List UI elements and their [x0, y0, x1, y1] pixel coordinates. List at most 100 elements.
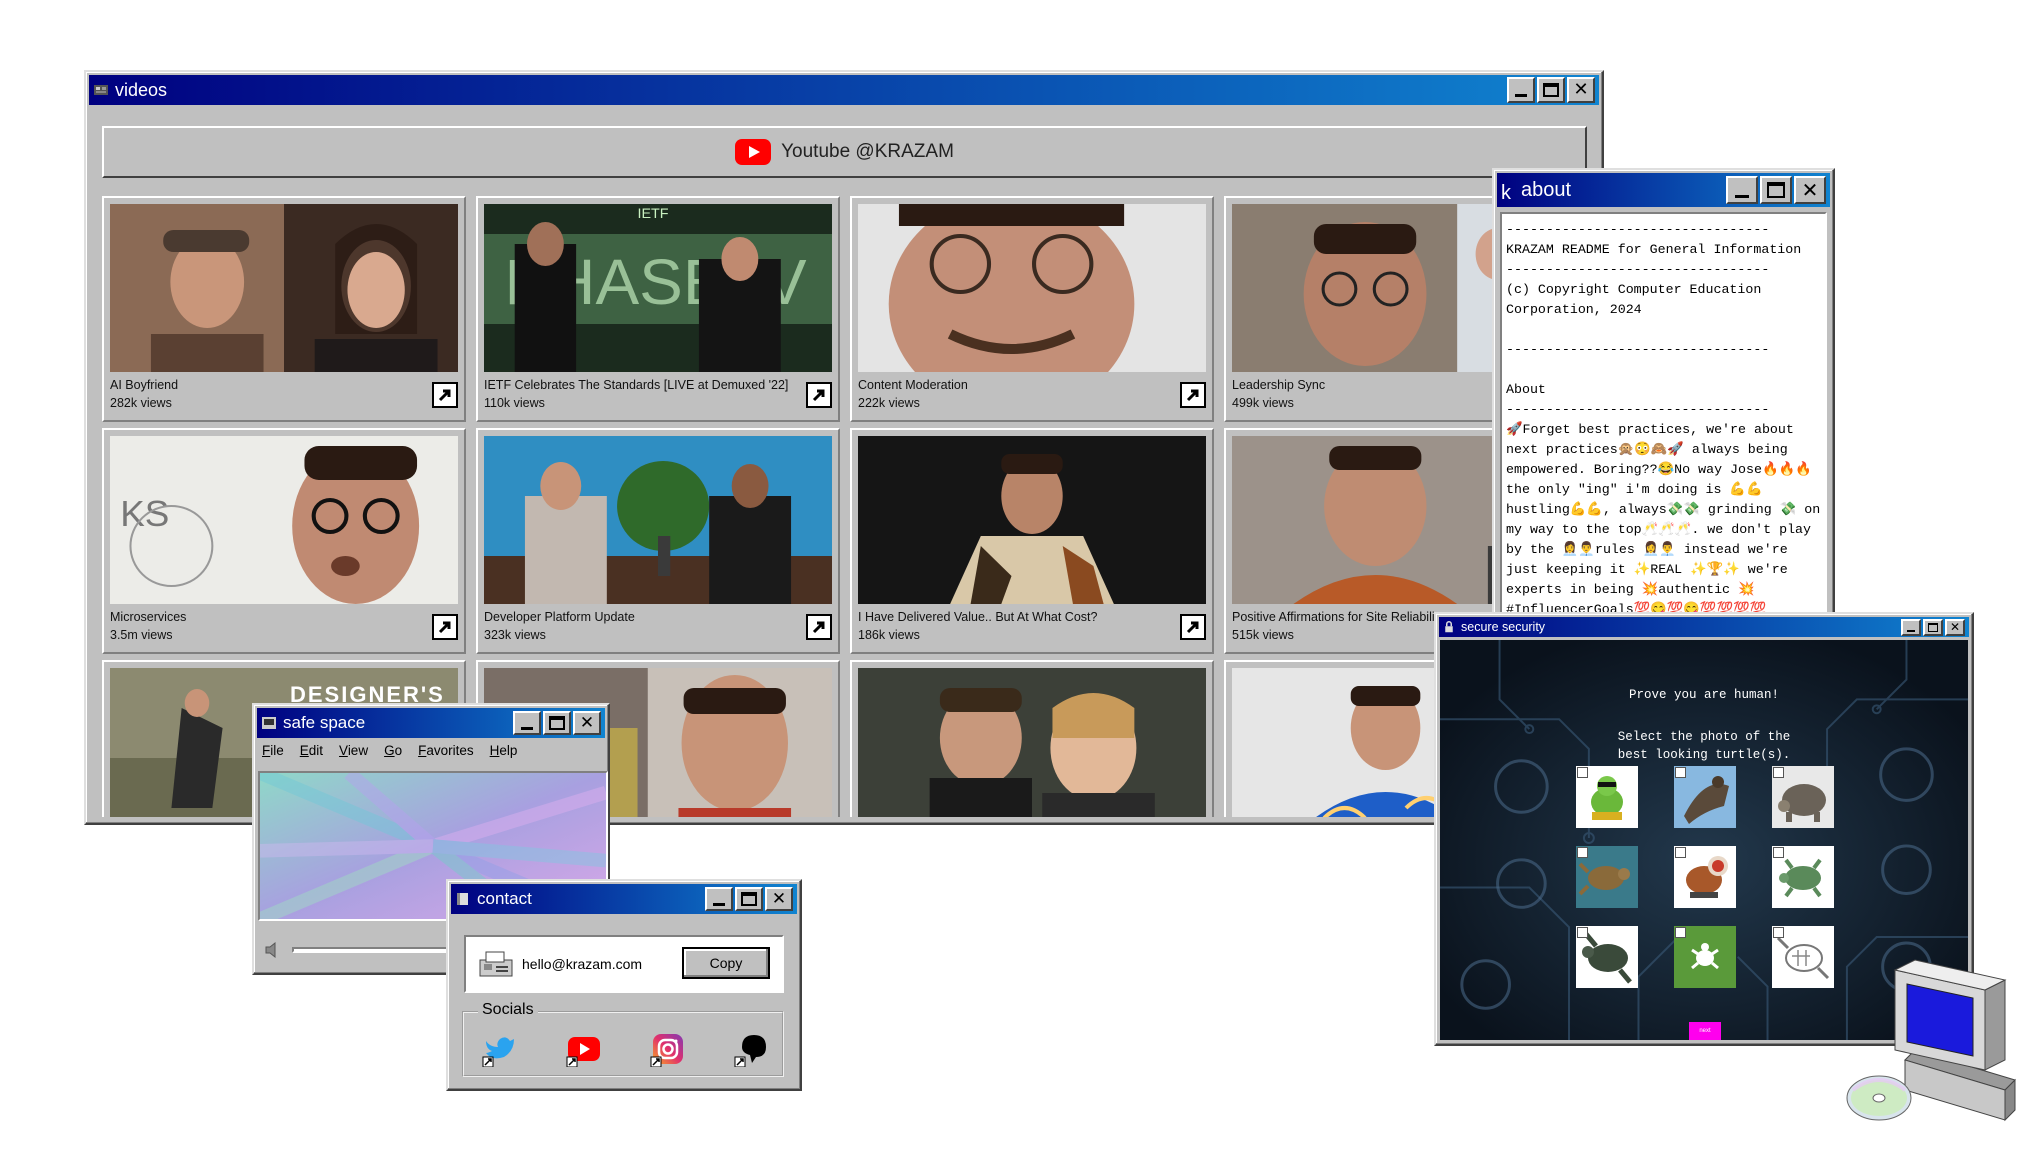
menu-go[interactable]: Go: [384, 743, 402, 758]
menu-bar: File Edit View Go Favorites Help: [262, 743, 517, 758]
menu-help[interactable]: Help: [490, 743, 518, 758]
maximize-icon: [741, 892, 757, 906]
video-card[interactable]: I Have Delivered Value.. But At What Cos…: [850, 428, 1214, 654]
youtube-channel-button[interactable]: Youtube @KRAZAM: [102, 126, 1587, 178]
secure-title: secure security: [1461, 620, 1546, 634]
video-views: 515k views: [1232, 628, 1294, 642]
video-title[interactable]: Positive Affirmations for Site Reliabili…: [1232, 610, 1444, 624]
videos-titlebar[interactable]: videos ✕: [89, 75, 1599, 105]
menu-file[interactable]: File: [262, 743, 284, 758]
close-icon: ✕: [1801, 178, 1819, 202]
minimize-button[interactable]: [1901, 618, 1921, 636]
captcha-tile[interactable]: [1772, 846, 1834, 908]
book-icon: [457, 893, 468, 905]
minimize-icon: [521, 726, 533, 730]
close-icon: ✕: [1573, 79, 1589, 100]
captcha-tile-selected[interactable]: [1674, 926, 1736, 988]
video-title[interactable]: Developer Platform Update: [484, 610, 635, 624]
video-card[interactable]: AI Boyfriend 282k views: [102, 196, 466, 422]
minimize-button[interactable]: [1507, 77, 1535, 103]
minimize-icon: [1735, 194, 1749, 198]
shortcut-arrow-icon[interactable]: [806, 382, 832, 408]
captcha-tile[interactable]: [1674, 846, 1736, 908]
menu-favorites[interactable]: Favorites: [418, 743, 474, 758]
video-title[interactable]: Leadership Sync: [1232, 378, 1325, 392]
video-title[interactable]: Microservices: [110, 610, 186, 624]
maximize-button[interactable]: [1923, 618, 1943, 636]
minimize-icon: [713, 902, 725, 906]
safe-titlebar[interactable]: safe space ✕: [257, 708, 605, 738]
captcha-tile[interactable]: [1576, 926, 1638, 988]
about-titlebar[interactable]: k about ✕: [1497, 173, 1830, 207]
video-card[interactable]: Content Moderation 222k views: [850, 196, 1214, 422]
captcha-tile[interactable]: [1674, 766, 1736, 828]
twitter-icon[interactable]: [482, 1031, 518, 1067]
maximize-button[interactable]: [735, 887, 763, 911]
video-card[interactable]: KS Microservices 3.5m views: [102, 428, 466, 654]
shortcut-arrow-icon[interactable]: [1180, 614, 1206, 640]
youtube-channel-label: Youtube @KRAZAM: [781, 141, 954, 162]
maximize-icon: [1767, 182, 1785, 198]
captcha-heading: Prove you are human!: [1628, 688, 1780, 702]
close-button[interactable]: ✕: [1567, 77, 1595, 103]
media-player-icon: [262, 717, 276, 729]
video-thumbnail: [110, 204, 458, 372]
captcha-tile[interactable]: [1772, 926, 1834, 988]
video-views: 282k views: [110, 396, 172, 410]
copy-button[interactable]: Copy: [682, 947, 770, 979]
video-card[interactable]: Developer Platform Update 323k views: [476, 428, 840, 654]
video-card[interactable]: PHASE IV IETF IETF Celebrates The Standar…: [476, 196, 840, 422]
menu-view[interactable]: View: [339, 743, 368, 758]
contact-titlebar[interactable]: contact ✕: [451, 884, 797, 914]
socials-group: Socials: [462, 1001, 784, 1077]
close-button[interactable]: ✕: [1945, 618, 1965, 636]
video-thumbnail: [858, 204, 1206, 372]
instagram-icon[interactable]: [650, 1031, 686, 1067]
video-views: 222k views: [858, 396, 920, 410]
shortcut-arrow-icon[interactable]: [432, 614, 458, 640]
secure-titlebar[interactable]: secure security ✕: [1439, 617, 1969, 637]
video-thumbnail: [484, 436, 832, 604]
svg-text:KS: KS: [120, 493, 169, 534]
captcha-tile[interactable]: [1576, 766, 1638, 828]
menu-edit[interactable]: Edit: [300, 743, 323, 758]
next-button[interactable]: next: [1689, 1022, 1721, 1040]
svg-text:IETF: IETF: [638, 206, 669, 222]
video-card[interactable]: [850, 660, 1214, 817]
readme-text[interactable]: --------------------------------- KRAZAM…: [1500, 212, 1827, 636]
maximize-button[interactable]: [543, 711, 571, 735]
shortcut-arrow-icon[interactable]: [432, 382, 458, 408]
video-thumbnail: KS: [110, 436, 458, 604]
maximize-icon: [1928, 622, 1938, 632]
youtube-icon[interactable]: [566, 1031, 602, 1067]
minimize-button[interactable]: [1726, 176, 1758, 204]
video-views: 186k views: [858, 628, 920, 642]
close-button[interactable]: ✕: [1794, 176, 1826, 204]
captcha-instruction-1: Select the photo of the: [1617, 730, 1791, 744]
close-icon: ✕: [579, 712, 595, 733]
video-title[interactable]: Content Moderation: [858, 378, 968, 392]
email-display: hello@krazam.com Copy: [464, 935, 784, 993]
captcha-tile[interactable]: [1576, 846, 1638, 908]
threads-icon[interactable]: [734, 1031, 770, 1067]
captcha-tile[interactable]: [1772, 766, 1834, 828]
maximize-button[interactable]: [1760, 176, 1792, 204]
shortcut-arrow-icon[interactable]: [806, 614, 832, 640]
email-address[interactable]: hello@krazam.com: [522, 956, 642, 972]
minimize-button[interactable]: [513, 711, 541, 735]
video-title[interactable]: I Have Delivered Value.. But At What Cos…: [858, 610, 1097, 624]
computer-icon[interactable]: [1845, 950, 2025, 1125]
maximize-button[interactable]: [1537, 77, 1565, 103]
captcha-instruction-2: best looking turtle(s).: [1617, 748, 1791, 762]
minimize-button[interactable]: [705, 887, 733, 911]
speaker-icon: [265, 941, 276, 959]
video-title[interactable]: IETF Celebrates The Standards [LIVE at D…: [484, 378, 788, 392]
shortcut-arrow-icon[interactable]: [1180, 382, 1206, 408]
video-title[interactable]: AI Boyfriend: [110, 378, 178, 392]
minimize-icon: [1515, 93, 1527, 97]
maximize-icon: [1543, 83, 1559, 97]
video-views: 323k views: [484, 628, 546, 642]
close-button[interactable]: ✕: [765, 887, 793, 911]
video-views: 499k views: [1232, 396, 1294, 410]
close-button[interactable]: ✕: [573, 711, 601, 735]
